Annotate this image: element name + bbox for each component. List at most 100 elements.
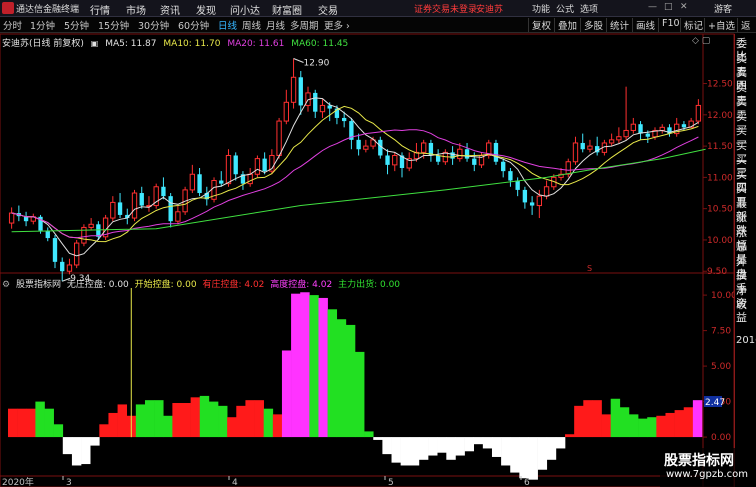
indicator-bar [300, 292, 310, 438]
date-label: 6 [524, 478, 530, 487]
indicator-bar [428, 437, 438, 456]
indicator-bar [592, 400, 602, 438]
indicator-bar [455, 437, 465, 456]
indicator-bar [62, 437, 73, 455]
indicator-bar [309, 295, 319, 438]
indicator-bar [665, 412, 675, 438]
indicator-bar [108, 412, 118, 438]
indicator-bar [272, 414, 283, 438]
indicator-bar [172, 403, 182, 438]
indicator-gear-icon[interactable]: ⚙ [2, 280, 10, 290]
indicator-bar [99, 424, 109, 438]
indicator-bar [318, 297, 328, 438]
indicator-bar [491, 437, 502, 457]
indicator-bar [619, 407, 630, 438]
candle-body [283, 101, 289, 122]
ma60-label: MA60: 11.45 [291, 39, 349, 49]
candle-body [189, 173, 196, 191]
candle-body [168, 196, 173, 222]
candle-body [363, 145, 369, 150]
indicator-bar [245, 400, 255, 438]
candle-body [529, 202, 535, 206]
indicator-bar [574, 405, 584, 438]
indicator-bar [263, 408, 274, 438]
indicator-bar [35, 401, 45, 438]
indicator-bar [345, 324, 356, 438]
candle-body [508, 171, 513, 181]
indicator-bar [364, 431, 374, 438]
candle-body [608, 139, 615, 144]
ma5-label: MA5: 11.87 [105, 39, 157, 49]
indicator-bar [656, 415, 666, 438]
candle-body [522, 189, 528, 203]
indicator-bar [519, 437, 529, 479]
price-axis-label: 11.00 [707, 173, 733, 183]
candle-body [385, 155, 390, 165]
price-axis-label: 9.50 [707, 267, 727, 277]
watermark: 股票指标网 www.7gpzb.com [660, 448, 756, 487]
chart-settings-icon[interactable]: ◇ ▢ [692, 36, 710, 46]
indicator-bar [154, 400, 164, 438]
indicator-bar [208, 401, 219, 438]
indicator-title: 股票指标网 [15, 280, 61, 290]
candle-body [110, 201, 116, 219]
price-axis-label: 10.00 [707, 236, 733, 246]
candle-body [233, 155, 238, 175]
indicator-main-sell: 主力出货: 0.00 [338, 280, 401, 290]
indicator-bar [464, 437, 475, 452]
ma10-label: MA10: 11.70 [163, 39, 221, 49]
indicator-bar [254, 400, 264, 438]
candle-body [8, 212, 15, 224]
indicator-bar [181, 403, 191, 438]
price-axis-label: 10.50 [707, 205, 733, 215]
indicator-bar [692, 400, 703, 438]
candle-body [341, 117, 347, 122]
indicator-bar [409, 437, 420, 466]
main-chart-legend: 安迪苏(日线 前复权) ▣ MA5: 11.87 MA10: 11.70 MA2… [2, 36, 352, 49]
indicator-bar [53, 424, 64, 438]
indicator-bar [647, 417, 657, 438]
candle-body [565, 161, 571, 175]
candle-body [536, 195, 543, 207]
candle-body [88, 223, 94, 228]
indicator-bar [400, 437, 411, 466]
kline-chart[interactable]: 12.5012.0011.5011.0010.5010.009.5010.007… [0, 0, 756, 487]
watermark-url: www.7gpzb.com [666, 469, 748, 480]
indicator-axis-label: 5.00 [711, 362, 731, 372]
candle-body [392, 154, 398, 166]
date-label: 2020年 [2, 476, 34, 487]
candle-body [45, 230, 50, 239]
candle-body [630, 123, 636, 131]
candle-body [450, 152, 455, 159]
high-pointer [293, 58, 304, 63]
indicator-bar [227, 417, 237, 438]
candle-body [197, 174, 202, 194]
indicator-bar [163, 415, 173, 438]
indicator-bar [144, 400, 155, 438]
indicator-bar [537, 437, 548, 470]
indicator-no-control: 无庄控盘: 0.00 [66, 280, 129, 290]
date-label: 5 [388, 478, 394, 487]
ma60-line [11, 148, 706, 233]
candle-body [623, 129, 629, 138]
indicator-axis-label: 7.50 [711, 327, 731, 337]
price-axis-label: 12.50 [707, 80, 733, 90]
indicator-bar [8, 408, 18, 438]
candle-body [139, 193, 144, 206]
candle-body [356, 139, 361, 150]
indicator-bar [601, 414, 611, 438]
candle-body [175, 211, 181, 222]
indicator-bar [336, 319, 347, 438]
indicator-legend: ⚙ 股票指标网 无庄控盘: 0.00 开始控盘: 0.00 有庄控盘: 4.02… [2, 277, 403, 290]
indicator-start-control: 开始控盘: 0.00 [134, 280, 197, 290]
candle-body [219, 180, 224, 184]
ma20-label: MA20: 11.61 [227, 39, 285, 49]
candle-body [131, 192, 138, 219]
candle-body [319, 104, 326, 113]
date-label: 4 [232, 478, 238, 487]
indicator-bar [26, 408, 36, 438]
candle-body [262, 158, 267, 172]
indicator-bar [528, 437, 538, 480]
indicator-bar [190, 397, 201, 438]
indicator-bar [117, 404, 128, 438]
